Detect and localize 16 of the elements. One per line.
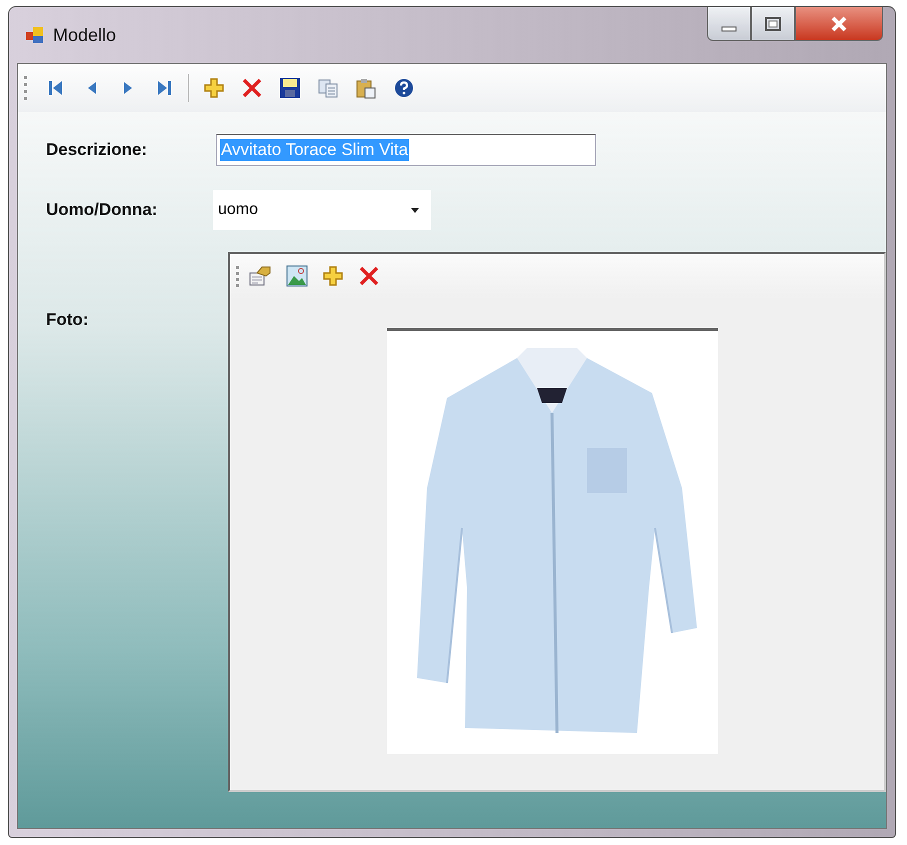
toolbar-grip [24,75,28,101]
description-label: Descrizione: [46,140,148,160]
maximize-icon [763,16,783,32]
caret-icon [411,208,419,212]
minimize-icon [721,26,737,32]
app-icon [25,25,45,45]
maximize-button[interactable] [751,7,795,41]
gender-dropdown[interactable]: uomo [213,190,431,230]
minimize-button[interactable] [707,7,751,41]
toolbar-grip [236,265,240,287]
help-icon [393,77,415,99]
window-title: Modello [53,24,116,46]
close-button[interactable] [795,7,883,41]
photo-label: Foto: [46,310,90,330]
close-icon [829,16,849,32]
gender-label: Uomo/Donna: [46,200,158,220]
